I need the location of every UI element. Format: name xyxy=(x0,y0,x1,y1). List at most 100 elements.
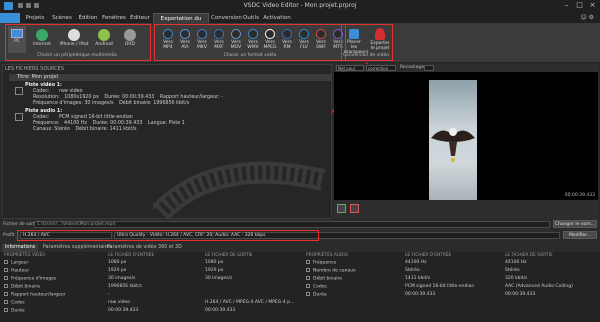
panel-header: LES FICHIERS SOURCES xyxy=(5,66,64,72)
audio-prop-text: Durée xyxy=(313,292,327,298)
audio-prop-text: Nombre de canaux xyxy=(313,268,356,274)
audio-prop-text: Fréquence xyxy=(313,260,337,266)
tab-360-3d[interactable]: Paramètres de vidéo 360 et 3D xyxy=(104,244,185,252)
col-video-output: LE FICHIER DE SORTIE xyxy=(205,253,253,258)
video-prop-cell: 1920 px xyxy=(108,268,126,274)
video-prop-text: Débit binaire xyxy=(11,284,41,290)
output-settings: Fichier de sortie: C:\Users\...\Videos\M… xyxy=(0,220,600,244)
output-path-input[interactable]: C:\Users\...\Videos\Mon projet.mp4 xyxy=(34,221,550,228)
audio-prop-cell: PCM signed 16-bit little-endian xyxy=(405,284,474,290)
audio-prop-text: 1411 kbit/s xyxy=(405,276,431,281)
eagle-illustration xyxy=(431,128,475,162)
video-prop-cell: 1996856 kbit/s xyxy=(108,284,142,290)
video-prop-cell: Rapport hauteur/largeur xyxy=(4,292,66,298)
row-checkbox[interactable] xyxy=(4,300,8,304)
row-checkbox[interactable] xyxy=(4,292,8,296)
row-checkbox[interactable] xyxy=(4,268,8,272)
col-audio-input: LE FICHIER D'ENTRÉE xyxy=(405,253,452,258)
video-prop-cell: 30 images/s xyxy=(108,276,135,282)
audio-prop-cell: 44100 Hz xyxy=(505,260,527,266)
video-info: Codec: raw video Résolution: 1080x1920 p… xyxy=(33,89,223,106)
row-checkbox[interactable] xyxy=(4,260,8,264)
video-prop-cell: Débit binaire xyxy=(4,284,40,290)
video-prop-cell: raw video xyxy=(108,300,130,306)
video-prop-text: - xyxy=(108,292,110,297)
eagle-image xyxy=(429,80,477,200)
audio-info: Codec: PCM signed 16-bit little-endian F… xyxy=(33,115,185,132)
audio-prop-cell: 00:00:39.433 xyxy=(405,292,435,298)
audio-prop-text: 00:00:39.433 xyxy=(505,292,536,297)
video-prop-cell: 1080 px xyxy=(108,260,126,266)
tab-informations[interactable]: Informations xyxy=(2,244,39,252)
video-prop-text: H.264 / AVC / MPEG-4 AVC / MPEG-4 p... xyxy=(205,300,295,305)
video-prop-text: 00:00:39.433 xyxy=(205,308,236,313)
audio-prop-text: PCM signed 16-bit little-endian xyxy=(405,284,475,289)
video-prop-text: 30 images/s xyxy=(108,276,136,281)
video-prop-text: 1080 px xyxy=(205,260,224,265)
video-prop-text: 30 images/s xyxy=(205,276,233,281)
audio-prop-cell: Débit binaire xyxy=(306,276,342,282)
video-prop-cell: 00:00:39.433 xyxy=(108,308,138,314)
col-audio-output: LE FICHIER DE SORTIE xyxy=(505,253,553,258)
row-checkbox[interactable] xyxy=(306,292,310,296)
audio-prop-cell: 44100 Hz xyxy=(405,260,427,266)
col-video-input: LE FICHIER D'ENTRÉE xyxy=(108,253,155,258)
video-prop-text: raw video xyxy=(108,300,131,305)
video-prop-text: 1920 px xyxy=(205,268,224,273)
audio-prop-text: Codec xyxy=(313,284,327,290)
col-video-props: PROPRIÉTÉS VIDÉO xyxy=(4,253,46,258)
audio-prop-cell: 1411 kbit/s xyxy=(405,276,430,282)
preview-timecode: 00:00:39.433 xyxy=(564,193,595,198)
audio-prop-cell: Durée xyxy=(306,292,327,298)
video-prop-text: Largeur xyxy=(11,260,29,266)
video-prop-cell: Hauteur xyxy=(4,268,29,274)
player-controls xyxy=(334,200,598,219)
video-prop-cell: H.264 / AVC / MPEG-4 AVC / MPEG-4 p... xyxy=(205,300,294,306)
project-title: Titre: Mon projet xyxy=(9,74,332,81)
row-checkbox[interactable] xyxy=(306,284,310,288)
video-preview[interactable]: 00:00:39.433 xyxy=(334,72,598,200)
video-prop-cell: 30 images/s xyxy=(205,276,232,282)
row-checkbox[interactable] xyxy=(306,276,310,280)
audio-prop-cell: Stéréo xyxy=(505,268,520,274)
correction-select[interactable]: correction xyxy=(366,65,396,71)
video-prop-cell: 1920 px xyxy=(205,268,223,274)
change-name-button[interactable]: Changer le nom... xyxy=(553,220,597,228)
video-prop-text: 00:00:39.433 xyxy=(108,308,139,313)
video-prop-cell: 1080 px xyxy=(205,260,223,266)
video-prop-cell: Durée xyxy=(4,308,25,314)
audio-prop-cell: Nombre de canaux xyxy=(306,268,356,274)
audio-prop-cell: AAC (Advanced Audio Coding) xyxy=(505,284,573,290)
film-strip-decoration xyxy=(153,161,326,218)
audio-prop-text: Stéréo xyxy=(405,268,420,273)
properties-table: PROPRIÉTÉS VIDÉO LE FICHIER D'ENTRÉE LE … xyxy=(0,252,600,322)
audio-prop-text: 320 kbit/s xyxy=(505,276,528,281)
video-prop-text: Rapport hauteur/largeur xyxy=(11,292,66,298)
audio-prop-cell: Fréquence xyxy=(306,260,336,266)
quality-select[interactable]: Net pour utilisez xyxy=(336,65,364,76)
stop-icon[interactable] xyxy=(350,204,359,213)
audio-prop-text: 44100 Hz xyxy=(505,260,527,265)
row-checkbox[interactable] xyxy=(4,308,8,312)
highlight-profile xyxy=(17,230,319,241)
source-files-panel: LES FICHIERS SOURCES Titre: Mon projet P… xyxy=(2,64,332,219)
video-prop-text: 1920 px xyxy=(108,268,127,273)
recadrage-select[interactable] xyxy=(424,65,434,71)
modify-button[interactable]: Modifier... xyxy=(563,231,597,239)
row-checkbox[interactable] xyxy=(306,268,310,272)
col-audio-props: PROPRIÉTÉS AUDIO xyxy=(306,253,348,258)
audio-prop-text: 44100 Hz xyxy=(405,260,427,265)
audio-prop-text: Débit binaire xyxy=(313,276,343,282)
video-prop-cell: Codec xyxy=(4,300,25,306)
play-icon[interactable] xyxy=(337,204,346,213)
audio-prop-cell: 320 kbit/s xyxy=(505,276,527,282)
video-prop-cell: 00:00:39.433 xyxy=(205,308,235,314)
row-checkbox[interactable] xyxy=(306,260,310,264)
row-checkbox[interactable] xyxy=(4,284,8,288)
profile-label: Profil: xyxy=(3,233,16,238)
video-prop-text: 1996856 kbit/s xyxy=(108,284,142,289)
audio-prop-cell: Codec xyxy=(306,284,327,290)
video-thumb-icon xyxy=(15,87,23,95)
row-checkbox[interactable] xyxy=(4,276,8,280)
audio-prop-text: AAC (Advanced Audio Coding) xyxy=(505,284,573,289)
